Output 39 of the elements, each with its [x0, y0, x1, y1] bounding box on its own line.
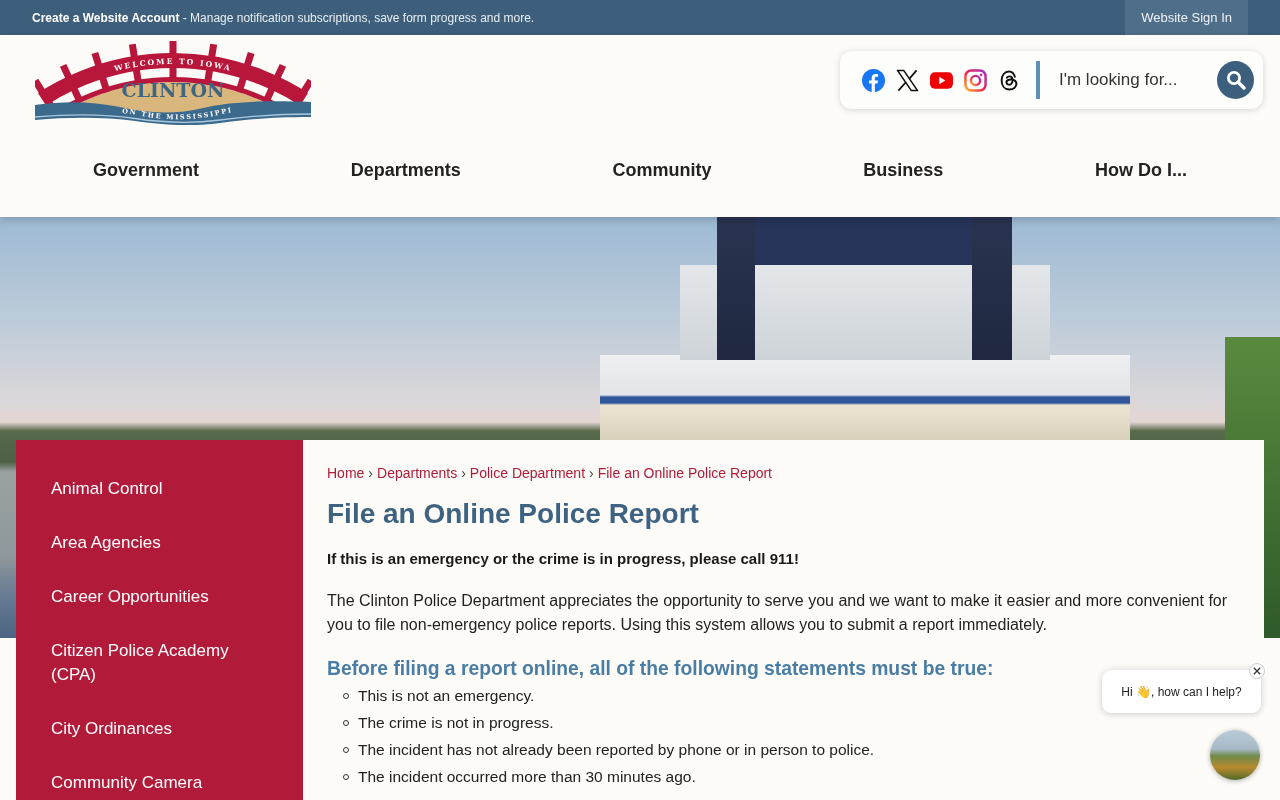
nav-menu-item[interactable]: How Do I...: [1095, 159, 1187, 181]
sidebar-link[interactable]: Citizen Police Academy (CPA): [16, 624, 303, 702]
requirements-heading: Before filing a report online, all of the following statements must be true:: [327, 657, 995, 681]
sidebar-link[interactable]: City Ordinances: [16, 702, 303, 756]
requirement-text: This is not an emergency.: [358, 686, 535, 706]
requirement-text: The incident occurred more than 30 minutes ago.: [358, 767, 696, 787]
search-icon: [1225, 70, 1246, 90]
x-logo-icon[interactable]: [896, 68, 919, 92]
requirement-text: The crime is not in progress.: [358, 713, 554, 733]
sign-in-button[interactable]: Website Sign In: [1125, 0, 1248, 35]
page-title: File an Online Police Report: [327, 497, 700, 531]
sidebar-link[interactable]: Community Camera: [16, 756, 303, 800]
sidebar-link[interactable]: Animal Control: [16, 462, 303, 516]
search-button[interactable]: [1217, 61, 1254, 99]
chat-greeting-bubble[interactable]: Hi 👋, how can I help?: [1102, 670, 1261, 713]
nav-menu-item[interactable]: Departments: [350, 159, 461, 181]
nav-menu-item[interactable]: Government: [93, 159, 200, 181]
nav-menu-item[interactable]: Community: [612, 159, 712, 181]
breadcrumb-link[interactable]: File an Online Police Report: [597, 464, 772, 482]
sidebar-link[interactable]: Career Opportunities: [16, 570, 303, 624]
chat-greeting-text: Hi 👋, how can I help?: [1121, 684, 1242, 699]
instagram-icon[interactable]: [964, 68, 987, 92]
intro-paragraph: The Clinton Police Department appreciates the opportunity to serve you and we want to make it easier and more convenient for you to file non-emergency police reports. Using this system allows you to submit a report immediately.: [327, 591, 1229, 635]
breadcrumb-separator: ›: [368, 464, 374, 482]
breadcrumb-link[interactable]: Home: [327, 464, 365, 482]
social-search-bar[interactable]: I'm looking for...: [840, 51, 1263, 109]
breadcrumb-separator: ›: [461, 464, 466, 482]
breadcrumb-separator: ›: [589, 464, 594, 482]
breadcrumb-link[interactable]: Departments: [377, 464, 458, 482]
sidebar-link[interactable]: Area Agencies: [16, 516, 303, 570]
breadcrumb-link[interactable]: Police Department: [469, 464, 586, 482]
emergency-notice: If this is an emergency or the crime is in progress, please call 911!: [327, 549, 800, 569]
facebook-icon[interactable]: [862, 68, 885, 92]
logo-city-name: CLINTON: [121, 79, 225, 101]
close-icon: [1253, 667, 1261, 675]
nav-menu-item[interactable]: Business: [863, 159, 944, 181]
create-account-link[interactable]: Create a Website Account: [32, 10, 180, 25]
account-banner-text: Create a Website Account - Manage notification subscriptions, save form progress and more.: [32, 10, 535, 25]
requirement-text: The incident has not already been reported by phone or in person to police.: [358, 740, 875, 760]
